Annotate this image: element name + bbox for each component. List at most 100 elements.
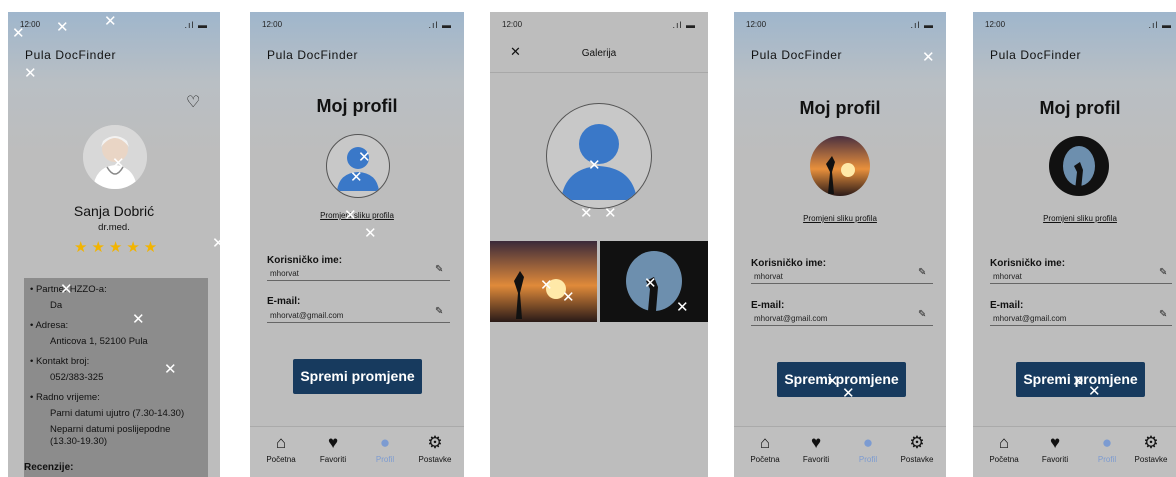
nav-item-profile[interactable]: ● Profil bbox=[843, 433, 893, 464]
status-time: 12:00 bbox=[262, 20, 283, 29]
username-label: Korisničko ime: bbox=[990, 258, 1066, 269]
click-mark: ✕ bbox=[112, 155, 125, 172]
click-mark: ✕ bbox=[164, 361, 177, 378]
detail-label-contact: • Kontakt broj: bbox=[30, 356, 90, 367]
nav-label: Favoriti bbox=[802, 455, 830, 464]
page-title: Moj profil bbox=[1039, 98, 1121, 118]
app-brand: Pula DocFinder bbox=[267, 48, 359, 62]
signal-battery-icon: .ıl ▬ bbox=[910, 20, 934, 30]
nav-item-settings[interactable]: ⚙ Postavke bbox=[892, 433, 942, 464]
email-label: E-mail: bbox=[267, 296, 301, 307]
email-label: E-mail: bbox=[751, 300, 785, 311]
nav-item-favorites[interactable]: ♥ Favoriti bbox=[1030, 433, 1080, 464]
detail-label-hours: • Radno vrijeme: bbox=[30, 392, 100, 403]
click-mark: ✕ bbox=[56, 19, 69, 36]
pencil-icon[interactable]: ✎ bbox=[1159, 267, 1167, 278]
gallery-avatar-preview bbox=[546, 103, 652, 209]
click-mark: ✕ bbox=[212, 235, 225, 252]
click-mark: ✕ bbox=[588, 157, 601, 174]
click-mark: ✕ bbox=[826, 373, 839, 390]
signal-battery-icon: .ıl ▬ bbox=[428, 20, 452, 30]
nav-item-home[interactable]: ⌂ Početna bbox=[979, 433, 1029, 464]
pencil-icon[interactable]: ✎ bbox=[918, 309, 926, 320]
email-field[interactable]: mhorvat@gmail.com bbox=[993, 314, 1066, 323]
default-user-icon bbox=[561, 124, 637, 200]
heart-icon: ♥ bbox=[1049, 433, 1061, 452]
status-bar: 12:00 .ıl ▬ bbox=[262, 20, 452, 32]
profile-avatar[interactable] bbox=[1049, 136, 1109, 196]
click-mark: ✕ bbox=[562, 289, 575, 306]
click-mark: ✕ bbox=[350, 169, 363, 186]
home-icon: ⌂ bbox=[998, 433, 1010, 452]
nav-item-favorites[interactable]: ♥ Favoriti bbox=[308, 433, 358, 464]
nav-item-profile[interactable]: ● Profil bbox=[360, 433, 410, 464]
reviews-label: Recenzije: bbox=[24, 462, 74, 473]
username-underline bbox=[267, 280, 450, 281]
heart-icon: ♥ bbox=[810, 433, 822, 452]
click-mark: ✕ bbox=[1088, 383, 1101, 400]
profile-avatar[interactable] bbox=[326, 134, 390, 198]
detail-value-contact: 052/383-325 bbox=[50, 372, 104, 383]
header-divider bbox=[490, 72, 708, 73]
change-photo-link[interactable]: Promjeni sliku profila bbox=[734, 214, 946, 223]
nav-item-profile[interactable]: ● Profil bbox=[1082, 433, 1132, 464]
nav-label: Početna bbox=[750, 455, 780, 464]
username-underline bbox=[990, 283, 1172, 284]
click-mark: ✕ bbox=[676, 299, 689, 316]
user-icon: ● bbox=[1101, 433, 1113, 452]
change-photo-link[interactable]: Promjeni sliku profila bbox=[250, 211, 464, 220]
nav-item-settings[interactable]: ⚙ Postavke bbox=[410, 433, 460, 464]
detail-value-hzzo: Da bbox=[50, 300, 63, 311]
username-field[interactable]: mhorvat bbox=[270, 269, 299, 278]
click-mark: ✕ bbox=[358, 149, 371, 166]
detail-value-hours-2: Neparni datumi poslijepodne bbox=[50, 424, 171, 435]
app-brand: Pula DocFinder bbox=[25, 48, 117, 62]
nav-label: Profil bbox=[858, 455, 878, 464]
nav-item-favorites[interactable]: ♥ Favoriti bbox=[791, 433, 841, 464]
username-field[interactable]: mhorvat bbox=[754, 272, 783, 281]
click-mark: ✕ bbox=[60, 281, 73, 298]
username-label: Korisničko ime: bbox=[751, 258, 827, 269]
nav-label: Početna bbox=[266, 455, 296, 464]
nav-label: Postavke bbox=[900, 455, 934, 464]
change-photo-link[interactable]: Promjeni sliku profila bbox=[973, 214, 1176, 223]
profile-avatar[interactable] bbox=[810, 136, 870, 196]
bottom-nav: ⌂ Početna ♥ Favoriti ● Profil ⚙ Postavke bbox=[734, 426, 946, 477]
username-field[interactable]: mhorvat bbox=[993, 272, 1022, 281]
nav-item-home[interactable]: ⌂ Početna bbox=[256, 433, 306, 464]
gallery-title: Galerija bbox=[581, 48, 617, 59]
click-mark: ✕ bbox=[132, 311, 145, 328]
nav-label: Profil bbox=[375, 455, 395, 464]
click-mark: ✕ bbox=[12, 25, 25, 42]
save-button[interactable]: Spremi promjene bbox=[293, 359, 422, 394]
pencil-icon[interactable]: ✎ bbox=[435, 306, 443, 317]
gallery-screen: 12:00 .ıl ▬ ✕ Galerija bbox=[490, 12, 708, 477]
app-brand: Pula DocFinder bbox=[751, 48, 843, 62]
pencil-icon[interactable]: ✎ bbox=[1159, 309, 1167, 320]
nav-label: Favoriti bbox=[319, 455, 347, 464]
heart-outline-icon[interactable]: ♡ bbox=[186, 92, 200, 112]
gear-icon: ⚙ bbox=[427, 433, 443, 452]
click-mark: ✕ bbox=[604, 205, 617, 222]
email-field[interactable]: mhorvat@gmail.com bbox=[754, 314, 827, 323]
email-field[interactable]: mhorvat@gmail.com bbox=[270, 311, 343, 320]
page-title: Moj profil bbox=[799, 98, 881, 118]
gear-icon: ⚙ bbox=[909, 433, 925, 452]
user-icon: ● bbox=[379, 433, 391, 452]
nav-item-settings[interactable]: ⚙ Postavke bbox=[1126, 433, 1176, 464]
pencil-icon[interactable]: ✎ bbox=[435, 264, 443, 275]
signal-battery-icon: .ıl ▬ bbox=[184, 20, 208, 30]
nav-label: Profil bbox=[1097, 455, 1117, 464]
nav-label: Postavke bbox=[1134, 455, 1168, 464]
email-underline bbox=[267, 322, 450, 323]
nav-item-home[interactable]: ⌂ Početna bbox=[740, 433, 790, 464]
signal-battery-icon: .ıl ▬ bbox=[1148, 20, 1172, 30]
status-bar: 12:00 .ıl ▬ bbox=[985, 20, 1176, 32]
nav-label: Favoriti bbox=[1041, 455, 1069, 464]
pencil-icon[interactable]: ✎ bbox=[918, 267, 926, 278]
click-mark: ✕ bbox=[24, 65, 37, 82]
click-mark: ✕ bbox=[842, 385, 855, 402]
doctor-name: Sanja Dobrić bbox=[73, 203, 155, 219]
sunset-silhouette-image bbox=[810, 136, 870, 196]
email-label: E-mail: bbox=[990, 300, 1024, 311]
